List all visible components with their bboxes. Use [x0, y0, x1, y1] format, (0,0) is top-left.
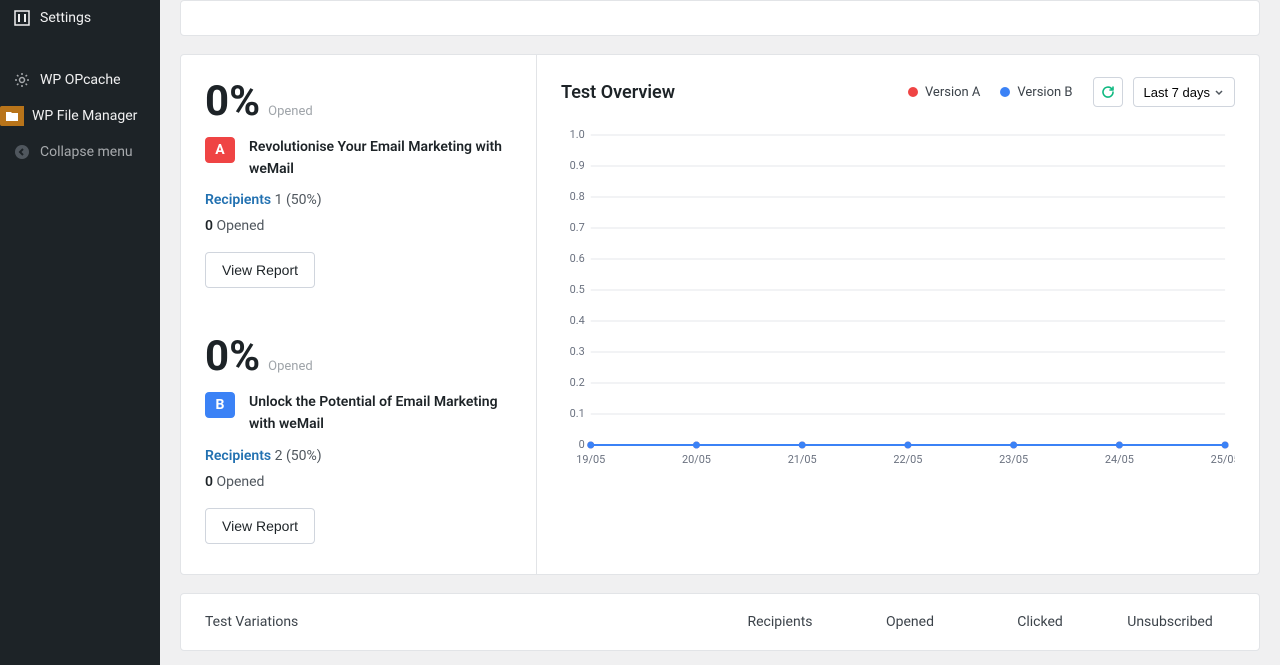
sidebar: Settings WP OPcache WP File Manager Coll… [0, 0, 160, 665]
svg-text:0.8: 0.8 [570, 190, 585, 203]
variation-b-subject: Unlock the Potential of Email Marketing … [249, 392, 512, 435]
variation-b: 0% Opened B Unlock the Potential of Emai… [205, 336, 512, 543]
variation-b-pct: 0% [205, 336, 260, 378]
variations-panel: 0% Opened A Revolutionise Your Email Mar… [181, 55, 537, 574]
chevron-down-icon [1214, 87, 1224, 97]
svg-text:0.4: 0.4 [570, 314, 585, 327]
svg-text:22/05: 22/05 [893, 453, 922, 466]
date-range-select[interactable]: Last 7 days [1133, 77, 1236, 107]
svg-text:20/05: 20/05 [682, 453, 711, 466]
refresh-button[interactable] [1093, 77, 1123, 107]
svg-text:23/05: 23/05 [999, 453, 1028, 466]
variation-b-pct-label: Opened [268, 359, 313, 374]
sidebar-item-label: Collapse menu [40, 144, 133, 160]
svg-text:0.6: 0.6 [570, 252, 585, 265]
svg-text:0.5: 0.5 [570, 283, 585, 296]
legend-item-a: Version A [908, 85, 980, 100]
svg-text:0.7: 0.7 [570, 221, 585, 234]
badge-a: A [205, 137, 235, 163]
svg-text:0.9: 0.9 [570, 159, 585, 172]
variation-b-recipients-val: 2 (50%) [275, 448, 322, 464]
svg-text:0.3: 0.3 [570, 345, 585, 358]
legend-dot-a-icon [908, 87, 918, 97]
ab-test-card: 0% Opened A Revolutionise Your Email Mar… [180, 54, 1260, 575]
sidebar-item-collapse[interactable]: Collapse menu [0, 134, 160, 170]
main-content: 0% Opened A Revolutionise Your Email Mar… [160, 0, 1280, 665]
variation-b-opened-label: Opened [216, 474, 264, 490]
sidebar-item-label: WP File Manager [32, 108, 137, 124]
svg-text:25/05: 25/05 [1211, 453, 1235, 466]
variation-b-opened-n: 0 [205, 474, 213, 490]
sidebar-item-label: WP OPcache [40, 72, 121, 88]
view-report-a-button[interactable]: View Report [205, 252, 315, 288]
view-report-b-button[interactable]: View Report [205, 508, 315, 544]
svg-text:0.2: 0.2 [570, 376, 585, 389]
refresh-icon [1101, 85, 1115, 99]
test-variations-table: Test Variations Recipients Opened Clicke… [180, 593, 1260, 651]
table-col-opened: Opened [845, 614, 975, 630]
svg-text:1.0: 1.0 [570, 129, 585, 141]
table-col-recipients: Recipients [715, 614, 845, 630]
sidebar-item-settings[interactable]: Settings [0, 0, 160, 36]
svg-text:24/05: 24/05 [1105, 453, 1134, 466]
variation-a-pct: 0% [205, 81, 260, 123]
legend-item-b: Version B [1000, 85, 1072, 100]
svg-text:0.1: 0.1 [570, 407, 585, 420]
table-title: Test Variations [205, 614, 715, 630]
settings-slider-icon [12, 8, 32, 28]
sidebar-item-opcache[interactable]: WP OPcache [0, 62, 160, 98]
variation-a-opened-label: Opened [216, 218, 264, 234]
svg-text:19/05: 19/05 [576, 453, 605, 466]
sidebar-item-file-manager[interactable]: WP File Manager [0, 98, 160, 134]
badge-b: B [205, 392, 235, 418]
chart-legend: Version A Version B [908, 85, 1073, 100]
chart: 0 0.1 0.2 0.3 0.4 0.5 0.6 0.7 0.8 0.9 1.0 19/05 20/0… [561, 129, 1235, 469]
table-col-unsubscribed: Unsubscribed [1105, 614, 1235, 630]
variation-a-pct-label: Opened [268, 104, 313, 119]
overview-title: Test Overview [561, 82, 675, 103]
folder-icon [0, 106, 24, 126]
variation-b-recipients-link[interactable]: Recipients [205, 448, 271, 464]
variation-a-recipients-val: 1 (50%) [275, 192, 322, 208]
gear-icon [12, 70, 32, 90]
collapse-icon [12, 142, 32, 162]
sidebar-item-label: Settings [40, 10, 91, 26]
legend-dot-b-icon [1000, 87, 1010, 97]
variation-a-subject: Revolutionise Your Email Marketing with … [249, 137, 512, 180]
svg-text:21/05: 21/05 [788, 453, 817, 466]
variation-a-recipients-link[interactable]: Recipients [205, 192, 271, 208]
overview-panel: Test Overview Version A Version B [537, 55, 1259, 574]
table-col-clicked: Clicked [975, 614, 1105, 630]
svg-text:0: 0 [579, 438, 585, 451]
variation-a: 0% Opened A Revolutionise Your Email Mar… [205, 81, 512, 288]
top-card [180, 0, 1260, 36]
variation-a-opened-n: 0 [205, 218, 213, 234]
